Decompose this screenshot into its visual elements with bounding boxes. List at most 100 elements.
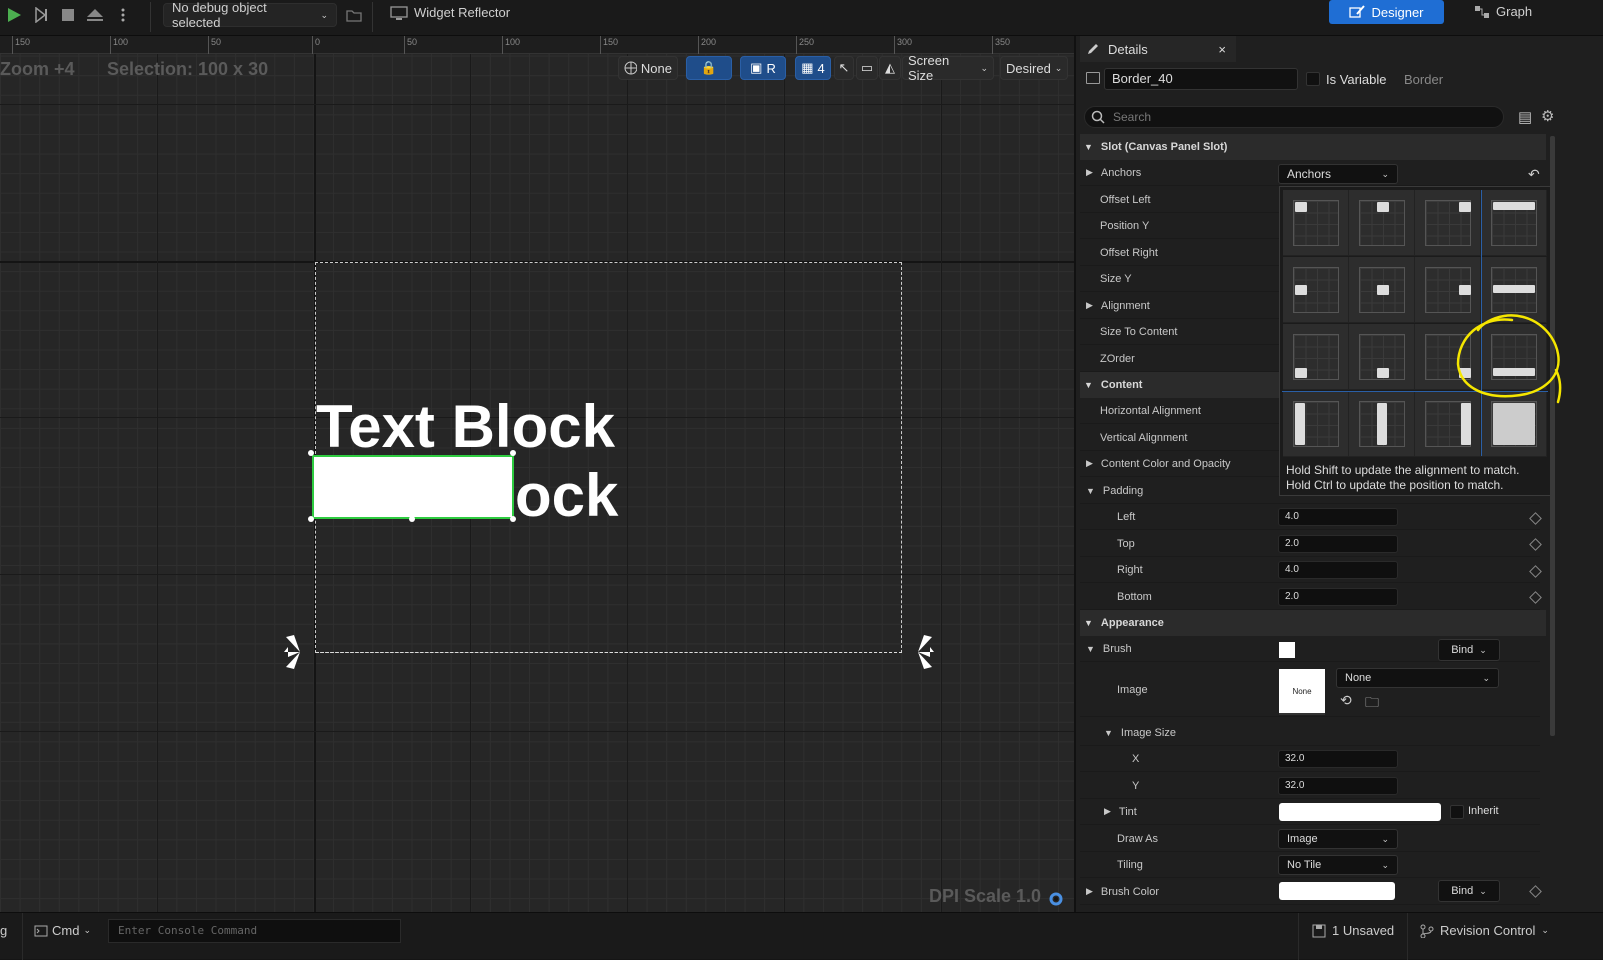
details-tab[interactable]: Details × xyxy=(1080,36,1236,62)
brush-label: Brush xyxy=(1102,642,1132,655)
is-variable-checkbox[interactable] xyxy=(1306,72,1320,86)
gear-icon[interactable] xyxy=(1047,890,1065,908)
graph-mode-button[interactable]: Graph xyxy=(1474,4,1532,19)
anchor-preset-top-stretch[interactable] xyxy=(1481,190,1547,256)
select-icon[interactable]: ↖ xyxy=(834,56,854,80)
outline-toggle[interactable]: ▣ R xyxy=(740,56,786,80)
image-icon[interactable]: ▭ xyxy=(856,56,878,80)
appearance-category[interactable]: ▼ Appearance xyxy=(1080,610,1546,636)
anchor-left-icon[interactable] xyxy=(282,629,318,675)
screen-size-dropdown[interactable]: Screen Size ⌄ xyxy=(902,53,994,83)
anchor-right-icon[interactable] xyxy=(900,629,936,675)
browse-asset-icon[interactable]: 🗀 xyxy=(1365,692,1379,716)
designer-viewport[interactable]: 150 100 50 0 50 100 150 200 250 300 350 … xyxy=(0,36,1074,912)
anchors-dropdown-label: Anchors xyxy=(1287,167,1332,181)
anchors-dropdown[interactable]: Anchors ⌄ xyxy=(1278,164,1398,184)
zoom-indicator: Zoom +4 xyxy=(0,59,75,79)
anchor-preset-center-left[interactable] xyxy=(1283,257,1349,323)
appearance-category-label: Appearance xyxy=(1100,617,1164,629)
horizontal-ruler: 150 100 50 0 50 100 150 200 250 300 350 xyxy=(0,36,1074,54)
triangle-icon[interactable]: ◭ xyxy=(879,56,901,80)
widget-reflector-label: Widget Reflector xyxy=(414,5,511,20)
step-icon[interactable] xyxy=(30,4,52,26)
cmd-dropdown[interactable]: Cmd ⌄ xyxy=(34,923,91,938)
debug-object-dropdown[interactable]: No debug object selected ⌄ xyxy=(163,0,337,30)
console-command-input[interactable]: Enter Console Command xyxy=(108,919,401,943)
draw-as-label: Draw As xyxy=(1117,832,1158,845)
ruler-label: 150 xyxy=(600,36,618,54)
top-toolbar: No debug object selected ⌄ Widget Reflect… xyxy=(0,0,1603,36)
image-asset-dropdown[interactable]: None ⌄ xyxy=(1336,668,1499,688)
content-category-label: Content xyxy=(1100,379,1143,391)
anchor-hint-ctrl: Hold Ctrl to update the position to matc… xyxy=(1286,478,1504,492)
fill-mode-label: Desired xyxy=(1006,60,1051,76)
details-tab-title: Details xyxy=(1108,41,1148,57)
padding-left-field[interactable]: 4.0 xyxy=(1278,508,1398,526)
chevron-down-icon: ⌄ xyxy=(1054,62,1063,73)
table-view-icon[interactable]: ▤ xyxy=(1518,108,1534,126)
localization-preview-button[interactable]: None xyxy=(618,56,678,80)
tint-color-swatch[interactable] xyxy=(1279,803,1441,821)
output-log-tab[interactable]: g xyxy=(0,923,7,938)
anchor-preset-top-center[interactable] xyxy=(1349,190,1415,256)
x-label: X xyxy=(1132,752,1140,765)
inherit-checkbox[interactable] xyxy=(1450,805,1464,819)
padding-right-field[interactable]: 4.0 xyxy=(1278,561,1398,579)
brush-color-value-swatch[interactable] xyxy=(1279,882,1395,900)
image-size-x-field[interactable]: 32.0 xyxy=(1278,750,1398,768)
padding-top-field[interactable]: 2.0 xyxy=(1278,535,1398,553)
anchor-preset-bottom-center[interactable] xyxy=(1349,324,1415,390)
offset-left-label: Offset Left xyxy=(1100,193,1151,206)
chevron-down-icon: ⌄ xyxy=(320,9,328,20)
image-thumbnail[interactable]: None xyxy=(1279,669,1325,715)
eject-icon[interactable] xyxy=(84,4,106,26)
lock-icon: 🔒 xyxy=(700,60,718,75)
alignment-label: Alignment xyxy=(1100,299,1150,312)
respect-locks-toggle[interactable]: 🔒 xyxy=(686,56,732,80)
settings-gear-icon[interactable]: ⚙ xyxy=(1541,107,1557,125)
tiling-dropdown[interactable]: No Tile ⌄ xyxy=(1278,855,1398,875)
anchor-preset-bottom-left[interactable] xyxy=(1283,324,1349,390)
chevron-down-icon: ⌄ xyxy=(1381,833,1389,844)
draw-as-dropdown[interactable]: Image ⌄ xyxy=(1278,829,1398,849)
tiling-value: No Tile xyxy=(1287,859,1322,871)
grid-snap-toggle[interactable]: ▦ 4 xyxy=(795,56,831,80)
widget-name-field[interactable]: Border_40 xyxy=(1104,68,1298,90)
slot-category[interactable]: ▼ Slot (Canvas Panel Slot) xyxy=(1080,134,1546,160)
unsaved-button[interactable]: 1 Unsaved xyxy=(1312,923,1394,938)
anchor-preset-left-vstretch[interactable] xyxy=(1283,391,1349,457)
widget-reflector-button[interactable]: Widget Reflector xyxy=(390,5,510,20)
play-icon[interactable] xyxy=(3,4,25,26)
collapse-arrow-icon: ▼ xyxy=(1104,727,1113,738)
reset-arrow-icon[interactable]: ↶ xyxy=(1528,166,1540,183)
padding-bottom-field[interactable]: 2.0 xyxy=(1278,588,1398,606)
anchor-preset-center-vstretch[interactable] xyxy=(1349,391,1415,457)
text-block-widget-2[interactable]: ock xyxy=(515,462,618,530)
selected-border-widget[interactable] xyxy=(312,455,514,519)
close-icon[interactable]: × xyxy=(1218,42,1226,57)
image-size-y-field[interactable]: 32.0 xyxy=(1278,777,1398,795)
dpi-scale-label: DPI Scale 1.0 xyxy=(929,886,1042,906)
brush-bind-button[interactable]: Bind ⌄ xyxy=(1438,639,1500,661)
use-selected-icon[interactable]: ⟲ xyxy=(1340,692,1352,709)
content-color-label: Content Color and Opacity xyxy=(1100,457,1231,470)
designer-mode-button[interactable]: Designer xyxy=(1329,0,1444,24)
brush-color-swatch[interactable] xyxy=(1279,642,1295,658)
designer-label: Designer xyxy=(1371,4,1424,20)
brush-color-bind-button[interactable]: Bind ⌄ xyxy=(1438,880,1500,902)
anchor-preset-top-right[interactable] xyxy=(1415,190,1481,256)
search-input[interactable]: Search xyxy=(1084,106,1504,128)
anchor-preset-center[interactable] xyxy=(1349,257,1415,323)
image-label: Image xyxy=(1117,683,1148,696)
image-size-row[interactable]: ▼ Image Size xyxy=(1080,720,1540,746)
browse-folder-icon[interactable] xyxy=(343,4,365,26)
expand-arrow-icon: ▶ xyxy=(1086,458,1093,468)
anchor-preset-top-left[interactable] xyxy=(1283,190,1349,256)
more-options-icon[interactable] xyxy=(112,4,134,26)
fill-mode-dropdown[interactable]: Desired ⌄ xyxy=(1000,56,1068,80)
details-panel: Details × Border_40 Is Variable Border S… xyxy=(1074,36,1603,912)
revision-control-label: Revision Control xyxy=(1440,923,1536,938)
text-block-widget[interactable]: Text Block xyxy=(316,393,615,461)
stop-icon[interactable] xyxy=(57,4,79,26)
revision-control-button[interactable]: Revision Control ⌄ xyxy=(1420,923,1549,938)
